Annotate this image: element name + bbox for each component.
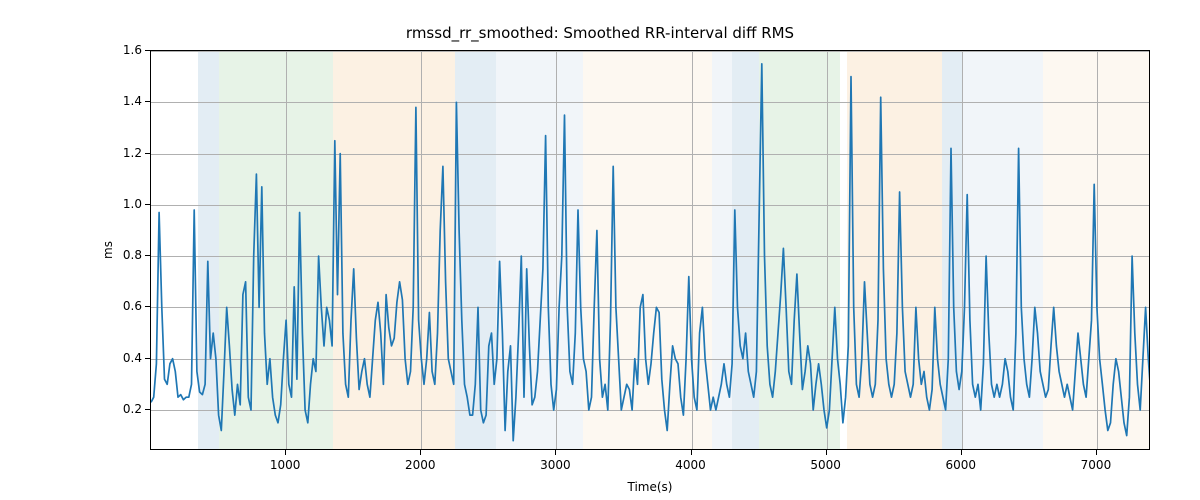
- x-tick-label: 5000: [810, 458, 841, 472]
- y-tick-label: 1.4: [116, 94, 142, 108]
- y-axis-label: ms: [101, 241, 115, 259]
- x-tick-label: 3000: [540, 458, 571, 472]
- y-tick-label: 1.6: [116, 43, 142, 57]
- x-tick-label: 6000: [946, 458, 977, 472]
- x-tick-label: 2000: [405, 458, 436, 472]
- y-tick-label: 0.8: [116, 248, 142, 262]
- chart-title: rmssd_rr_smoothed: Smoothed RR-interval …: [0, 24, 1200, 42]
- x-tick-label: 7000: [1081, 458, 1112, 472]
- y-tick-label: 0.6: [116, 299, 142, 313]
- y-tick-label: 0.2: [116, 402, 142, 416]
- y-tick-label: 1.2: [116, 146, 142, 160]
- y-tick-label: 0.4: [116, 351, 142, 365]
- x-axis-label: Time(s): [628, 480, 673, 494]
- x-tick-label: 4000: [675, 458, 706, 472]
- x-tick-label: 1000: [270, 458, 301, 472]
- line-series: [151, 51, 1149, 449]
- y-tick-label: 1.0: [116, 197, 142, 211]
- plot-area: [150, 50, 1150, 450]
- figure: rmssd_rr_smoothed: Smoothed RR-interval …: [0, 0, 1200, 500]
